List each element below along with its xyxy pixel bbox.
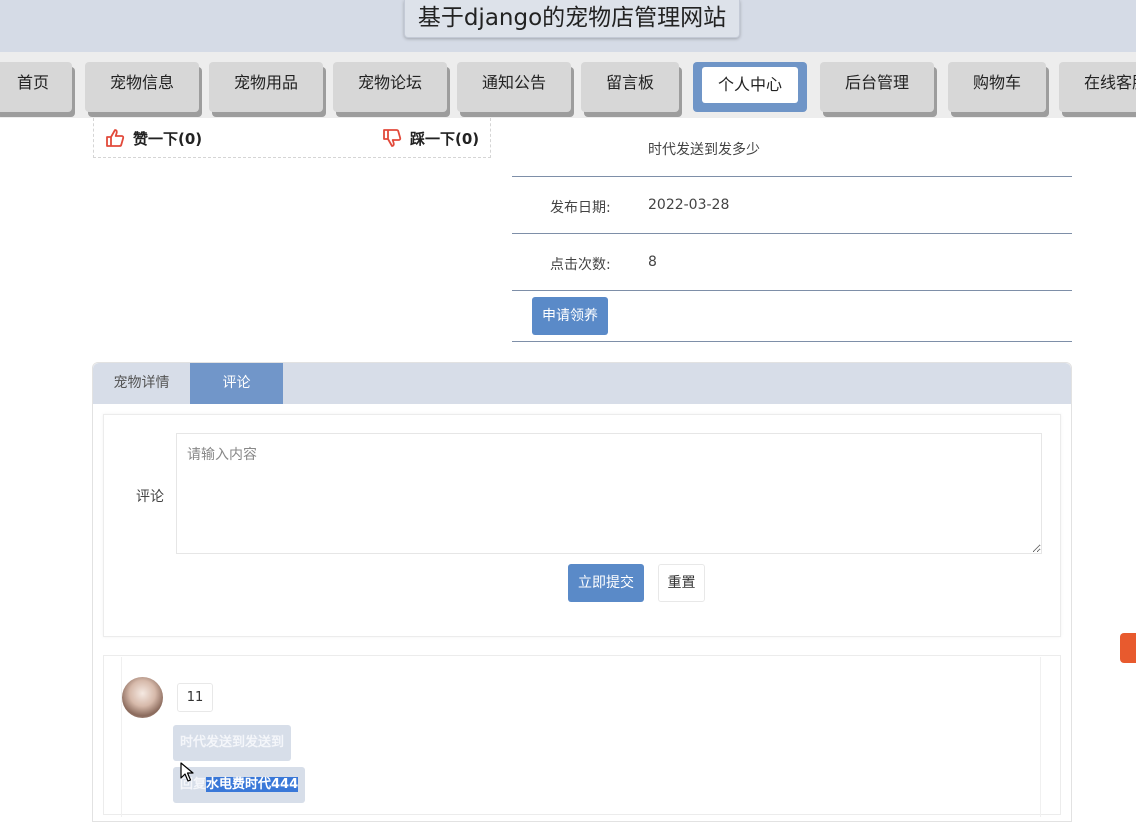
nav-item-label: 宠物信息 bbox=[95, 64, 188, 102]
nav-item-label: 通知公告 bbox=[467, 64, 560, 102]
thumbs-up-icon bbox=[106, 129, 125, 147]
submit-button[interactable]: 立即提交 bbox=[568, 564, 644, 602]
click-count-value: 8 bbox=[648, 254, 657, 270]
info-row-publish-date: 发布日期: 2022-03-28 bbox=[512, 177, 1072, 234]
like-label: 赞一下(0) bbox=[133, 130, 203, 148]
publish-date-label: 发布日期: bbox=[550, 200, 611, 216]
site-title: 基于django的宠物店管理网站 bbox=[404, 0, 740, 38]
nav-item-label: 宠物用品 bbox=[219, 64, 312, 102]
publish-date-value: 2022-03-28 bbox=[648, 197, 730, 213]
intro-value: 时代发送到发多少 bbox=[648, 142, 760, 158]
reset-button[interactable]: 重置 bbox=[658, 564, 705, 602]
nav-item-label: 个人中心 bbox=[701, 67, 798, 103]
mouse-cursor-icon bbox=[180, 762, 194, 782]
click-count-label: 点击次数: bbox=[550, 257, 611, 273]
reply-text: 水电费时代444 bbox=[206, 777, 299, 792]
nav-item-label: 留言板 bbox=[591, 64, 668, 102]
like-button[interactable]: 赞一下(0) bbox=[105, 128, 202, 149]
nav-item-home[interactable]: 首页 bbox=[0, 62, 72, 112]
avatar bbox=[122, 677, 163, 718]
tab-pet-details[interactable]: 宠物详情 bbox=[93, 363, 190, 404]
html5-logo-icon bbox=[1120, 633, 1136, 663]
comment-input[interactable] bbox=[176, 433, 1042, 554]
info-row-intro: 时代发送到发多少 bbox=[512, 118, 1072, 177]
dislike-button[interactable]: 踩一下(0) bbox=[382, 128, 479, 149]
tab-comments[interactable]: 评论 bbox=[190, 363, 283, 404]
nav-item-label: 后台管理 bbox=[830, 64, 923, 102]
tab-header: 宠物详情 评论 bbox=[93, 363, 1071, 404]
apply-adoption-button[interactable]: 申请领养 bbox=[532, 297, 608, 335]
nav-item-message-board[interactable]: 留言板 bbox=[581, 62, 679, 112]
nav-item-notices[interactable]: 通知公告 bbox=[457, 62, 571, 112]
nav-item-label: 宠物论坛 bbox=[343, 64, 436, 102]
thumbs-down-icon bbox=[383, 129, 402, 147]
nav-item-label: 在线客服 bbox=[1069, 64, 1136, 102]
nav-item-admin[interactable]: 后台管理 bbox=[820, 62, 934, 112]
nav-item-personal-center[interactable]: 个人中心 bbox=[693, 62, 807, 112]
nav-item-cart[interactable]: 购物车 bbox=[948, 62, 1046, 112]
comment-username: 11 bbox=[177, 683, 213, 712]
info-row-click-count: 点击次数: 8 bbox=[512, 234, 1072, 291]
comment-label: 评论 bbox=[136, 489, 164, 505]
nav-item-label: 首页 bbox=[2, 64, 63, 102]
comment-content: 时代发送到发送到 bbox=[173, 725, 292, 761]
nav-item-label: 购物车 bbox=[958, 64, 1035, 102]
dislike-label: 踩一下(0) bbox=[410, 130, 480, 148]
nav-item-online-service[interactable]: 在线客服 bbox=[1059, 62, 1136, 112]
nav-item-pet-supplies[interactable]: 宠物用品 bbox=[209, 62, 323, 112]
nav-item-forum[interactable]: 宠物论坛 bbox=[333, 62, 447, 112]
nav-item-pet-info[interactable]: 宠物信息 bbox=[85, 62, 199, 112]
